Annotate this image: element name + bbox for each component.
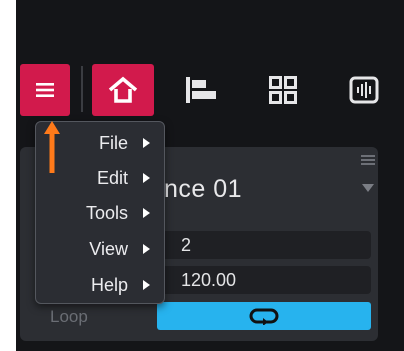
menu-button[interactable] bbox=[20, 64, 70, 116]
menu-item-help[interactable]: Help bbox=[36, 267, 164, 303]
waveform-icon bbox=[349, 76, 379, 104]
annotation-arrow-icon bbox=[44, 121, 60, 173]
submenu-arrow-icon bbox=[143, 138, 150, 148]
submenu-arrow-icon bbox=[143, 244, 150, 254]
menu-item-tools[interactable]: Tools bbox=[36, 195, 164, 231]
hamburger-icon bbox=[36, 83, 54, 97]
menu-item-label: Tools bbox=[85, 202, 128, 223]
waveform-button[interactable] bbox=[340, 64, 388, 116]
submenu-arrow-icon bbox=[143, 208, 150, 218]
menu-item-label: Edit bbox=[96, 167, 128, 188]
loop-label: Loop bbox=[50, 307, 88, 326]
menu-item-label: File bbox=[98, 132, 128, 153]
menu-item-label: View bbox=[89, 238, 128, 259]
home-button[interactable] bbox=[92, 64, 154, 116]
submenu-arrow-icon bbox=[143, 280, 150, 290]
toolbar-divider bbox=[81, 66, 83, 112]
loop-toggle[interactable] bbox=[157, 302, 371, 330]
bars-field[interactable]: 2 bbox=[157, 231, 371, 259]
bpm-field[interactable]: 120.00 bbox=[157, 266, 371, 294]
chevron-down-icon[interactable] bbox=[362, 184, 374, 192]
grid-view-button[interactable] bbox=[259, 64, 307, 116]
page-margin bbox=[0, 0, 16, 351]
home-icon bbox=[108, 76, 138, 103]
scene-title: nce 01 bbox=[164, 175, 243, 203]
menu-item-view[interactable]: View bbox=[36, 231, 164, 267]
submenu-arrow-icon bbox=[143, 173, 150, 183]
align-left-icon bbox=[186, 77, 216, 103]
menu-item-label: Help bbox=[90, 274, 128, 295]
drag-handle-icon[interactable] bbox=[361, 155, 375, 165]
align-button[interactable] bbox=[178, 64, 226, 116]
grid-icon bbox=[269, 76, 297, 104]
loop-icon bbox=[249, 308, 279, 325]
